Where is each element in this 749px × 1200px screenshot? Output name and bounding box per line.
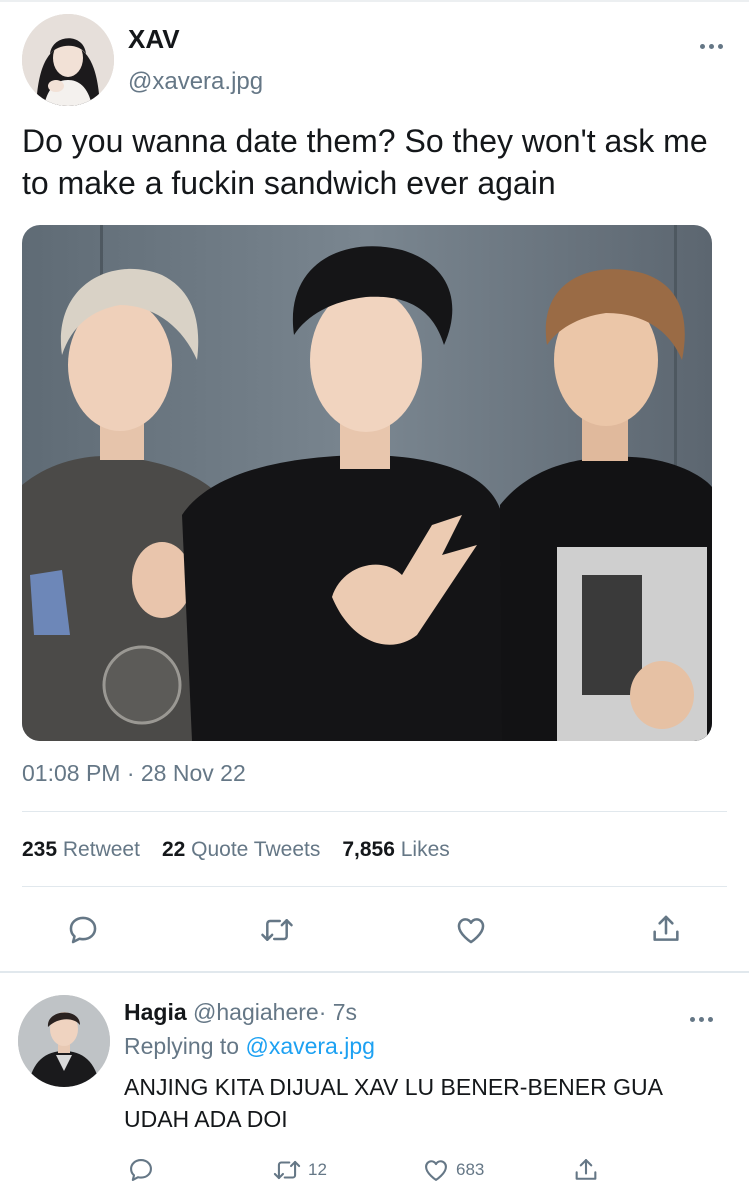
author-avatar[interactable]	[22, 14, 114, 106]
quote-count: 22	[161, 838, 186, 861]
retweet-count: 235	[22, 838, 58, 861]
like-icon[interactable]	[453, 912, 489, 948]
reply-author-name[interactable]: Hagia	[124, 999, 187, 1025]
tweet-photo-image	[22, 225, 712, 741]
reply-retweet-count: 12	[308, 1160, 327, 1179]
likes-stat[interactable]: 7,856 Likes	[342, 838, 449, 862]
reply-share-icon	[575, 1159, 597, 1180]
reply-share-button[interactable]	[572, 1155, 600, 1185]
reply-tweet[interactable]: Hagia @hagiahere· 7s Replying to @xavera…	[0, 973, 749, 1200]
reply-comment-icon	[130, 1159, 152, 1181]
reply-like-count: 683	[456, 1160, 485, 1179]
reply-reply-button[interactable]	[127, 1155, 155, 1185]
reply-icon[interactable]	[65, 912, 101, 948]
reply-retweet-icon	[273, 1160, 301, 1180]
tweet-text: Do you wanna date them? So they won't as…	[22, 123, 708, 201]
more-options-icon[interactable]	[693, 36, 729, 56]
author-name[interactable]: XAV	[128, 24, 180, 55]
retweet-stat[interactable]: 235 Retweet	[22, 838, 140, 862]
tweet-photo[interactable]	[22, 225, 712, 741]
retweet-icon[interactable]	[259, 912, 295, 948]
reply-separator: ·	[318, 999, 327, 1025]
engagement-stats: 235 Retweet 22 Quote Tweets 7,856 Likes	[22, 838, 450, 862]
reply-more-options-icon[interactable]	[683, 1009, 719, 1029]
quote-label: Quote Tweets	[191, 838, 321, 861]
reply-like-button[interactable]: 683	[422, 1155, 484, 1185]
main-tweet: XAV @xavera.jpg Do you wanna date them? …	[0, 0, 749, 972]
retweet-label: Retweet	[62, 838, 140, 861]
tweet-timestamp[interactable]: 01:08 PM · 28 Nov 22	[22, 760, 246, 787]
reply-author-avatar[interactable]	[18, 995, 110, 1087]
replying-to-mention[interactable]: @xavera.jpg	[245, 1033, 374, 1059]
reply-text: ANJING KITA DIJUAL XAV LU BENER-BENER GU…	[124, 1074, 662, 1132]
reply-retweet-button[interactable]: 12	[272, 1155, 327, 1185]
replying-to-label: Replying to	[124, 1033, 240, 1059]
reply-like-icon	[425, 1160, 447, 1181]
reply-header: Hagia @hagiahere· 7s	[124, 999, 357, 1026]
reply-avatar-image	[18, 995, 110, 1087]
replying-to-line: Replying to @xavera.jpg	[124, 1033, 375, 1060]
reply-author-handle[interactable]: @hagiahere	[193, 999, 319, 1025]
divider-top-stats	[22, 811, 727, 812]
author-handle[interactable]: @xavera.jpg	[128, 68, 263, 96]
likes-label: Likes	[400, 838, 450, 861]
likes-count: 7,856	[342, 838, 395, 861]
author-avatar-image	[22, 14, 114, 106]
quote-stat[interactable]: 22 Quote Tweets	[162, 838, 320, 862]
reply-time[interactable]: 7s	[333, 999, 357, 1025]
share-icon[interactable]	[648, 911, 684, 947]
divider-bottom-stats	[22, 886, 727, 887]
